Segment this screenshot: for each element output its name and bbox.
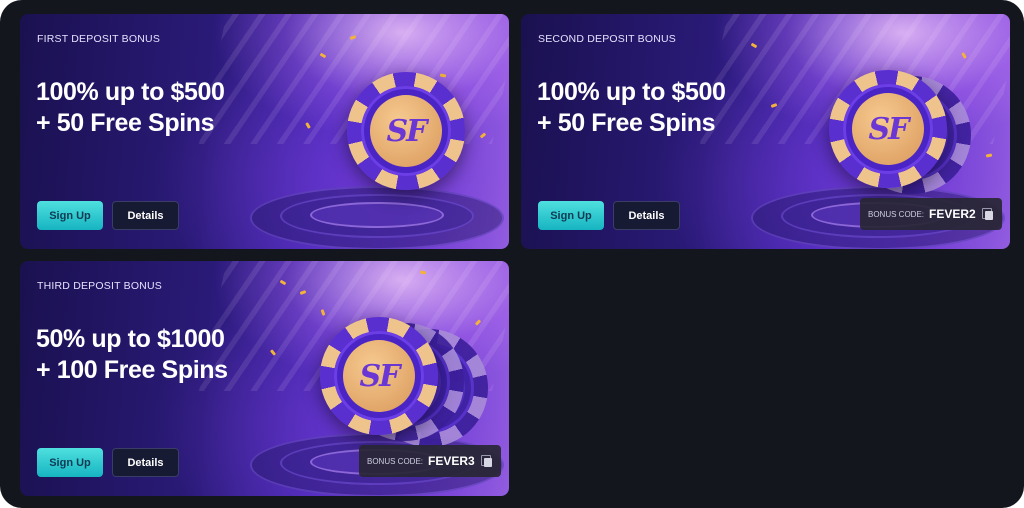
- sign-up-button[interactable]: Sign Up: [538, 201, 604, 230]
- confetti: [349, 35, 357, 40]
- sign-up-button[interactable]: Sign Up: [37, 201, 103, 230]
- headline-line-1: 100% up to $500: [537, 78, 726, 106]
- promo-card-third-deposit: SF THIRD DEPOSIT BONUS 50% up to $1000 +…: [20, 261, 509, 496]
- promo-label: SECOND DEPOSIT BONUS: [538, 33, 676, 45]
- confetti: [961, 52, 967, 59]
- confetti: [985, 153, 993, 158]
- promo-label: THIRD DEPOSIT BONUS: [37, 280, 162, 292]
- sign-up-button[interactable]: Sign Up: [37, 448, 103, 477]
- promo-card-second-deposit: SF SECOND DEPOSIT BONUS 100% up to $500 …: [521, 14, 1010, 249]
- casino-chip-logo: SF: [347, 72, 465, 190]
- promo-headline: 100% up to $500 + 50 Free Spins: [537, 77, 726, 139]
- confetti: [439, 73, 447, 78]
- promo-label: FIRST DEPOSIT BONUS: [37, 33, 161, 45]
- confetti: [750, 42, 758, 49]
- confetti: [269, 349, 277, 356]
- promo-headline: 50% up to $1000 + 100 Free Spins: [36, 324, 228, 386]
- confetti: [320, 309, 326, 316]
- confetti: [305, 122, 311, 129]
- bonus-code-box[interactable]: BONUS CODE: FEVER3: [359, 445, 501, 477]
- details-button[interactable]: Details: [613, 201, 680, 230]
- promotions-panel: SF FIRST DEPOSIT BONUS 100% up to $500 +…: [0, 0, 1024, 508]
- casino-chip-logo: SF: [320, 317, 438, 435]
- headline-line-2: + 100 Free Spins: [36, 356, 228, 384]
- confetti: [479, 132, 487, 139]
- details-button[interactable]: Details: [112, 201, 179, 230]
- promo-headline: 100% up to $500 + 50 Free Spins: [36, 77, 225, 139]
- bonus-code-box[interactable]: BONUS CODE: FEVER2: [860, 198, 1002, 230]
- bonus-code-value: FEVER3: [428, 454, 475, 468]
- bonus-code-value: FEVER2: [929, 207, 976, 221]
- copy-icon[interactable]: [480, 455, 493, 467]
- podium: [230, 182, 509, 249]
- confetti: [419, 270, 427, 275]
- confetti: [770, 103, 778, 108]
- bonus-code-label: BONUS CODE:: [868, 209, 925, 219]
- confetti: [279, 279, 287, 286]
- copy-icon[interactable]: [981, 208, 994, 220]
- headline-line-1: 50% up to $1000: [36, 325, 225, 353]
- bonus-code-label: BONUS CODE:: [367, 456, 424, 466]
- headline-line-2: + 50 Free Spins: [36, 109, 215, 137]
- confetti: [319, 52, 327, 59]
- casino-chip-logo: SF: [829, 70, 947, 188]
- promo-card-first-deposit: SF FIRST DEPOSIT BONUS 100% up to $500 +…: [20, 14, 509, 249]
- headline-line-2: + 50 Free Spins: [537, 109, 716, 137]
- confetti: [474, 319, 482, 326]
- confetti: [299, 290, 307, 295]
- headline-line-1: 100% up to $500: [36, 78, 225, 106]
- details-button[interactable]: Details: [112, 448, 179, 477]
